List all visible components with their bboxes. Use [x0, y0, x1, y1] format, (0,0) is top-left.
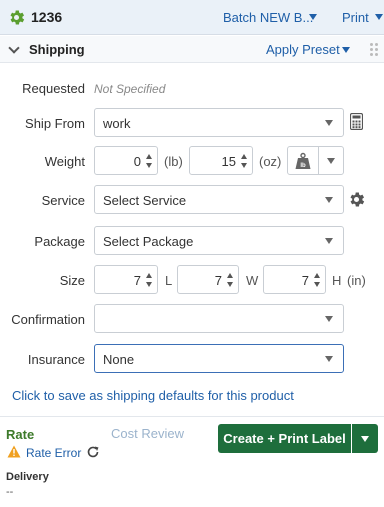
decrement-icon[interactable] [227, 282, 233, 287]
size-width-unit: W [246, 273, 259, 288]
ship-from-value: work [103, 116, 131, 131]
delivery-title: Delivery [6, 471, 49, 483]
increment-icon[interactable] [146, 273, 152, 278]
calculator-icon[interactable] [350, 113, 363, 130]
create-options-dropdown[interactable] [352, 424, 378, 453]
insurance-select[interactable]: None [94, 344, 344, 373]
decrement-icon[interactable] [314, 282, 320, 287]
create-print-label-button[interactable]: Create + Print Label [218, 424, 351, 453]
warning-icon [7, 445, 21, 458]
ship-from-select[interactable]: work [94, 108, 344, 137]
chevron-down-icon[interactable] [327, 158, 335, 164]
service-label: Service [41, 193, 85, 208]
size-length-stepper[interactable]: 7 [94, 265, 158, 294]
print-caret-icon[interactable] [375, 14, 383, 20]
rate-title: Rate [6, 427, 35, 442]
weight-oz-stepper[interactable]: 15 [189, 146, 253, 175]
chevron-down-icon [325, 316, 333, 322]
insurance-value: None [103, 352, 135, 367]
shipping-section-header: Shipping Apply Preset [0, 36, 384, 63]
package-label: Package [34, 234, 85, 249]
size-width-value: 7 [214, 273, 222, 288]
batch-dropdown[interactable]: Batch NEW B... [223, 10, 313, 25]
increment-icon[interactable] [314, 273, 320, 278]
scale-button[interactable]: lb [287, 146, 344, 175]
chevron-down-icon[interactable] [8, 42, 20, 54]
size-height-stepper[interactable]: 7 [263, 265, 326, 294]
size-length-value: 7 [133, 273, 141, 288]
weight-oz-unit: (oz) [259, 154, 282, 169]
save-defaults-link[interactable]: Click to save as shipping defaults for t… [12, 388, 294, 403]
refresh-icon[interactable] [86, 445, 100, 459]
batch-caret-icon[interactable] [309, 14, 317, 20]
confirmation-select[interactable] [94, 304, 344, 333]
decrement-icon[interactable] [146, 282, 152, 287]
chevron-down-icon [361, 436, 369, 442]
increment-icon[interactable] [146, 154, 152, 159]
size-label: Size [59, 273, 85, 288]
section-title[interactable]: Shipping [29, 42, 85, 57]
weight-lb-stepper[interactable]: 0 [94, 146, 158, 175]
gear-icon[interactable] [7, 8, 26, 27]
weight-oz-value: 15 [221, 154, 236, 169]
chevron-down-icon [325, 356, 333, 362]
requested-value: Not Specified [94, 82, 166, 96]
order-number: 1236 [31, 9, 63, 25]
weight-lb-value: 0 [133, 154, 141, 169]
size-height-unit: H [332, 273, 342, 288]
service-value: Select Service [103, 193, 187, 208]
size-height-value: 7 [301, 273, 309, 288]
chevron-down-icon [325, 238, 333, 244]
scale-icon: lb [295, 152, 311, 169]
footer-divider [0, 416, 384, 417]
top-bar: 1236 Batch NEW B... Print [0, 0, 384, 35]
confirmation-label: Confirmation [11, 312, 85, 327]
ship-from-label: Ship From [25, 116, 85, 131]
svg-text:lb: lb [300, 163, 306, 169]
drag-handle-icon[interactable] [370, 43, 378, 57]
package-value: Select Package [103, 234, 194, 249]
decrement-icon[interactable] [241, 163, 247, 168]
weight-label: Weight [44, 154, 85, 169]
increment-icon[interactable] [227, 273, 233, 278]
rate-error-link[interactable]: Rate Error [26, 446, 81, 460]
size-width-stepper[interactable]: 7 [177, 265, 239, 294]
apply-preset-dropdown[interactable]: Apply Preset [266, 42, 340, 57]
service-select[interactable]: Select Service [94, 185, 344, 214]
size-length-unit: L [165, 273, 173, 288]
gear-icon[interactable] [347, 190, 366, 209]
decrement-icon[interactable] [146, 163, 152, 168]
print-dropdown[interactable]: Print [342, 10, 369, 25]
insurance-label: Insurance [27, 352, 85, 367]
scale-divider [318, 147, 319, 174]
cost-review-link[interactable]: Cost Review [111, 426, 184, 441]
requested-label: Requested [22, 81, 85, 96]
chevron-down-icon [325, 197, 333, 203]
increment-icon[interactable] [241, 154, 247, 159]
apply-preset-caret-icon[interactable] [342, 47, 350, 53]
weight-lb-unit: (lb) [164, 154, 183, 169]
size-unit: (in) [347, 273, 366, 288]
package-select[interactable]: Select Package [94, 226, 344, 255]
delivery-value: -- [6, 486, 14, 498]
chevron-down-icon [325, 120, 333, 126]
